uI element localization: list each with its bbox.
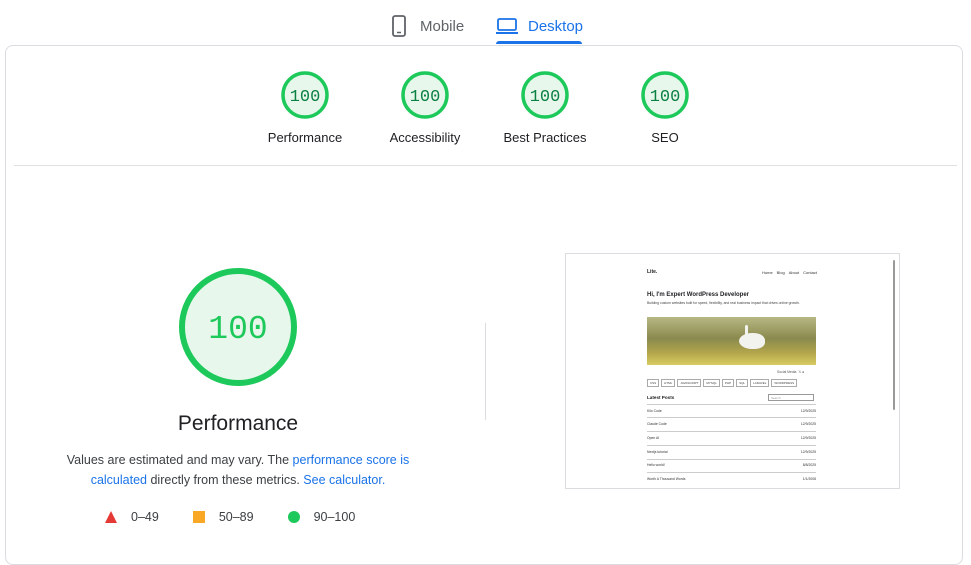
gauge-score: 100 — [410, 88, 441, 107]
legend-fail: 0–49 — [105, 510, 159, 524]
score-legend: 0–49 50–89 90–100 — [105, 508, 383, 526]
performance-score: 100 — [208, 311, 267, 348]
post-divider — [647, 417, 816, 418]
latest-posts-heading: Latest Posts — [647, 395, 675, 400]
post-item: Nextjs tutorial 12/9/2025 — [647, 450, 816, 454]
active-tab-indicator — [496, 41, 582, 44]
github-icon: ● — [802, 370, 805, 374]
section-divider — [14, 165, 957, 166]
tag: WORDPRESS — [771, 379, 798, 387]
performance-gauge-large: 100 — [179, 268, 297, 386]
laptop-icon — [496, 15, 518, 37]
final-screenshot: Lite. Home Blog About Contact Hi, I'm Exper… — [565, 253, 900, 489]
tab-mobile-label: Mobile — [420, 17, 465, 35]
post-divider — [647, 459, 816, 460]
post-item: Kilo Code 12/9/2025 — [647, 409, 816, 413]
gauge-label: Best Practices — [503, 130, 587, 145]
device-tabs: Mobile Desktop — [0, 0, 971, 46]
x-icon: 𝕏 — [798, 370, 802, 374]
tag: SQL — [736, 379, 749, 387]
tag: LARAVEL — [750, 379, 770, 387]
legend-range: 90–100 — [313, 510, 356, 524]
post-item: Hello world! 8/8/2025 — [647, 463, 816, 467]
gauge-performance[interactable]: 100 Performance — [250, 70, 360, 145]
gauge-accessibility[interactable]: 100 Accessibility — [370, 70, 480, 145]
post-date: 12/9/2025 — [800, 450, 816, 454]
egret-body — [739, 333, 765, 349]
site-nav-item: Contact — [803, 270, 817, 275]
performance-description: Values are estimated and may vary. The p… — [55, 450, 421, 490]
vertical-divider — [485, 323, 486, 420]
post-title: Worth A Thousand Words — [647, 477, 686, 481]
tag: JAVASCRIPT — [677, 379, 702, 387]
site-heading: Hi, I'm Expert WordPress Developer — [647, 292, 750, 298]
post-item: Open AI 12/9/2025 — [647, 436, 816, 440]
tab-desktop[interactable]: Desktop — [496, 8, 583, 44]
site-nav-item: About — [788, 270, 800, 275]
site-search: Search — [768, 394, 814, 401]
desc-text: Values are estimated and may vary. The — [66, 453, 293, 467]
tab-mobile[interactable]: Mobile — [388, 8, 464, 44]
legend-average: 50–89 — [192, 510, 254, 524]
gauge-seo[interactable]: 100 SEO — [610, 70, 720, 145]
triangle-icon — [105, 511, 117, 523]
tab-desktop-label: Desktop — [528, 17, 584, 35]
gauge-score: 100 — [530, 88, 561, 107]
gauge-label: SEO — [651, 130, 679, 145]
social-label: Social Media — [777, 370, 797, 374]
legend-range: 50–89 — [218, 510, 254, 524]
square-icon — [192, 511, 205, 523]
site-logo: Lite. — [647, 269, 658, 275]
tag: HTML — [661, 379, 676, 387]
gauge-label: Performance — [267, 130, 343, 145]
post-title: Open AI — [647, 436, 660, 440]
tag: CSS — [647, 379, 660, 387]
tag: MYSQL — [703, 379, 720, 387]
tag: PHP — [721, 379, 735, 387]
site-subtext: Building custom websites built for speed… — [647, 301, 800, 305]
hero-image — [647, 317, 816, 365]
phone-icon — [388, 15, 410, 37]
site-tags: CSS HTML JAVASCRIPT MYSQL PHP SQL LARAVEL WORDP… — [647, 379, 799, 387]
circle-icon — [287, 511, 300, 523]
post-date: 1/1/2008 — [802, 477, 816, 481]
desc-text: directly from these metrics. — [147, 473, 304, 487]
post-date: 12/9/2025 — [800, 422, 816, 426]
post-divider — [647, 445, 816, 446]
post-divider — [647, 472, 816, 473]
post-date: 12/9/2025 — [800, 436, 816, 440]
site-nav-item: Home — [762, 270, 773, 275]
gauge-score: 100 — [650, 88, 681, 107]
post-title: Kilo Code — [647, 409, 662, 413]
post-title: Claude Code — [647, 422, 667, 426]
site-social: Social Media 𝕏 ● — [777, 370, 804, 374]
post-date: 12/9/2025 — [800, 409, 816, 413]
performance-title: Performance — [177, 412, 299, 435]
gauge-label: Accessibility — [389, 130, 461, 145]
post-item: Worth A Thousand Words 1/1/2008 — [647, 477, 816, 481]
gauge-best-practices[interactable]: 100 Best Practices — [490, 70, 600, 145]
scrollbar — [893, 260, 895, 410]
legend-range: 0–49 — [131, 510, 159, 524]
post-divider — [647, 404, 816, 405]
category-gauges: 100 Performance 100 Accessibility 100 Be… — [0, 70, 971, 160]
post-divider — [647, 431, 816, 432]
post-title: Hello world! — [647, 463, 665, 467]
post-date: 8/8/2025 — [802, 463, 816, 467]
gauge-score: 100 — [290, 88, 321, 107]
site-nav: Home Blog About Contact — [762, 270, 821, 275]
legend-pass: 90–100 — [287, 510, 356, 524]
post-title: Nextjs tutorial — [647, 450, 668, 454]
post-item: Claude Code 12/9/2025 — [647, 422, 816, 426]
site-nav-item: Blog — [776, 270, 785, 275]
see-calculator-link[interactable]: See calculator. — [303, 473, 385, 487]
